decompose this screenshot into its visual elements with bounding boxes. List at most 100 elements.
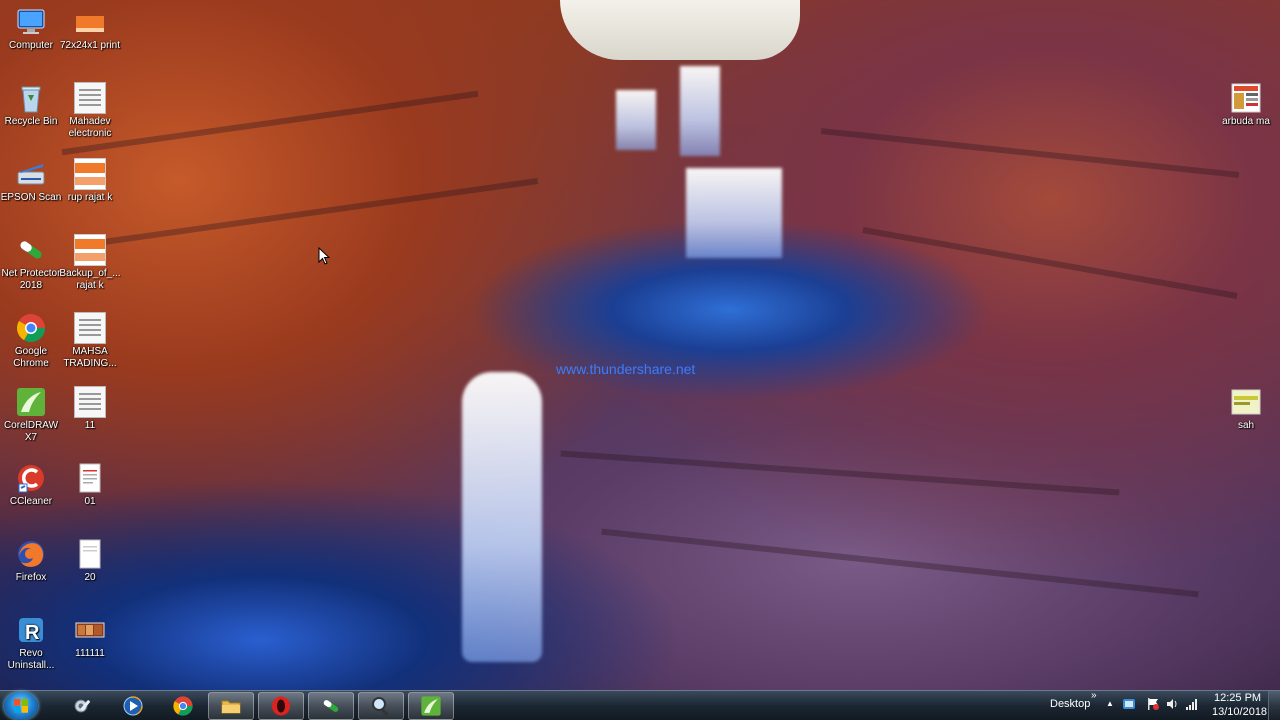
toolbar-chevron-icon[interactable]: »: [1091, 690, 1097, 701]
desktop-icon-google-chrome[interactable]: Google Chrome: [0, 312, 62, 370]
desktop-icon-label: CorelDRAW X7: [3, 420, 59, 443]
desktop-icon-label: 72x24x1 print: [59, 40, 121, 51]
chrome-icon: [15, 312, 47, 344]
image-file-icon: [1230, 386, 1262, 418]
net-protector-icon: [320, 695, 342, 717]
waterfall: [686, 168, 782, 258]
wallpaper-rock-layer: [601, 528, 1199, 598]
taskbar-button-tools[interactable]: [60, 692, 106, 720]
desktop-toolbar-label[interactable]: Desktop: [1050, 698, 1090, 710]
taskbar-button-opera[interactable]: [258, 692, 304, 720]
desktop-icon-label: Net Protector 2018: [1, 268, 61, 291]
settings-wrench-icon: [72, 695, 94, 717]
desktop-icon-label: Recycle Bin: [4, 116, 58, 127]
wallpaper-rock-layer: [81, 178, 539, 248]
desktop-icon-label: 111111: [75, 648, 105, 659]
chrome-icon: [172, 695, 194, 717]
firefox-icon: [15, 538, 47, 570]
taskbar-button-magnifier[interactable]: [358, 692, 404, 720]
desktop-icon-label: MAHSA TRADING...: [63, 346, 117, 369]
taskbar-button-net-protector[interactable]: [308, 692, 354, 720]
computer-icon: [15, 6, 47, 38]
image-file-icon: [1230, 82, 1262, 114]
image-file-icon: [74, 6, 106, 38]
start-button[interactable]: [4, 692, 38, 720]
waterfall: [680, 66, 720, 156]
wallpaper-rock-layer: [862, 227, 1238, 299]
clock-date[interactable]: 13/10/2018: [1212, 706, 1267, 718]
desktop-icon-recycle-bin[interactable]: Recycle Bin: [0, 82, 62, 128]
show-desktop-button[interactable]: [1268, 691, 1280, 720]
network-signal-icon[interactable]: [1185, 697, 1199, 711]
desktop-icon-20[interactable]: 20: [59, 538, 121, 584]
mouse-cursor: [318, 246, 331, 265]
desktop-icon-backup-of-rajat-k[interactable]: Backup_of_... rajat k: [59, 234, 121, 292]
wallpaper-watermark: www.thundershare.net: [556, 361, 696, 377]
desktop-icon-label: rup rajat k: [67, 192, 113, 203]
wallpaper-rock-layer: [61, 90, 479, 156]
document-icon: [74, 538, 106, 570]
taskbar-button-file-explorer[interactable]: [208, 692, 254, 720]
image-file-icon: [74, 158, 106, 190]
desktop-icon-computer[interactable]: Computer: [0, 6, 62, 52]
desktop-icon-label: EPSON Scan: [0, 192, 62, 203]
desktop-icon-epson-scan[interactable]: EPSON Scan: [0, 158, 62, 204]
desktop-icon-label: Backup_of_... rajat k: [59, 268, 121, 291]
desktop-icon-label: 20: [84, 572, 96, 583]
media-player-icon: [122, 695, 144, 717]
document-icon: [74, 386, 106, 418]
desktop-icon-label: 01: [84, 496, 96, 507]
waterfall: [616, 90, 656, 150]
taskbar-button-coreldraw[interactable]: [408, 692, 454, 720]
coreldraw-icon: [420, 695, 442, 717]
magnifier-icon: [370, 695, 392, 717]
desktop-icon-111111[interactable]: 111111: [59, 614, 121, 660]
clock-time[interactable]: 12:25 PM: [1214, 692, 1261, 704]
wallpaper-rock-layer: [560, 450, 1120, 496]
opera-icon: [270, 695, 292, 717]
desktop-icon-coreldraw[interactable]: CorelDRAW X7: [0, 386, 62, 444]
desktop-icon-mahsa-trading[interactable]: MAHSA TRADING...: [59, 312, 121, 370]
ccleaner-icon: [15, 462, 47, 494]
desktop-icon-label: arbuda ma: [1222, 116, 1270, 127]
scanner-icon: [15, 158, 47, 190]
desktop-icon-rup-rajat-k[interactable]: rup rajat k: [59, 158, 121, 204]
desktop-icon-label: Revo Uninstall...: [7, 648, 55, 671]
desktop-icon-arbuda-ma[interactable]: arbuda ma: [1215, 82, 1277, 128]
folder-icon: [220, 695, 242, 717]
desktop-icon-net-protector[interactable]: Net Protector 2018: [0, 234, 62, 292]
recycle-bin-icon: [15, 82, 47, 114]
wallpaper-sky: [560, 0, 800, 60]
image-file-icon: [74, 234, 106, 266]
desktop-icon-label: Mahadev electronic: [68, 116, 112, 139]
taskbar-button-media-player[interactable]: [110, 692, 156, 720]
desktop-icon-label: Firefox: [15, 572, 47, 583]
revo-uninstaller-icon: R: [15, 614, 47, 646]
coreldraw-icon: [15, 386, 47, 418]
desktop-icon-label: CCleaner: [9, 496, 53, 507]
desktop-icon-sah[interactable]: sah: [1215, 386, 1277, 432]
desktop-icon-label: Computer: [9, 40, 53, 51]
desktop-icon-firefox[interactable]: Firefox: [0, 538, 62, 584]
tray-expand-icon[interactable]: ▲: [1106, 699, 1114, 708]
svg-text:R: R: [25, 622, 40, 644]
waterfall: [462, 372, 542, 662]
tray-app-icon[interactable]: [1122, 697, 1136, 711]
desktop-icon-label: sah: [1237, 420, 1255, 431]
desktop-wallpaper: www.thundershare.net: [0, 0, 1280, 690]
desktop-icon-11[interactable]: 11: [59, 386, 121, 432]
desktop-icon-label: 11: [84, 420, 96, 431]
desktop-icon-revo-uninstaller[interactable]: R Revo Uninstall...: [0, 614, 62, 672]
desktop-icon-mahadev-electronic[interactable]: Mahadev electronic: [59, 82, 121, 140]
desktop-icon-label: Google Chrome: [13, 346, 49, 369]
document-icon: [74, 312, 106, 344]
image-file-icon: [74, 614, 106, 646]
desktop-icon-01[interactable]: 01: [59, 462, 121, 508]
document-icon: [74, 462, 106, 494]
volume-icon[interactable]: [1165, 697, 1179, 711]
action-center-flag-icon[interactable]: [1146, 697, 1160, 711]
taskbar-button-chrome[interactable]: [160, 692, 206, 720]
net-protector-icon: [15, 234, 47, 266]
desktop-icon-ccleaner[interactable]: CCleaner: [0, 462, 62, 508]
desktop-icon-72x24x1-print[interactable]: 72x24x1 print: [59, 6, 121, 52]
